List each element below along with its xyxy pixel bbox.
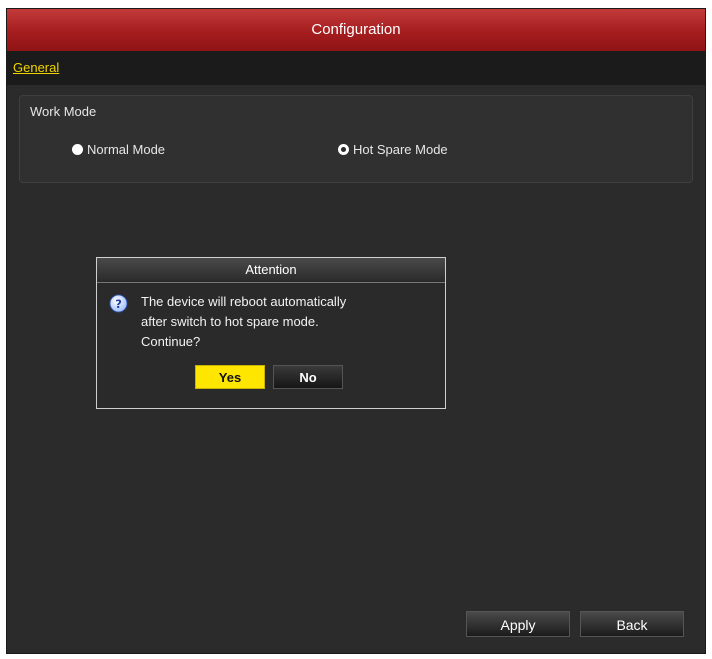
window-title: Configuration <box>7 9 705 51</box>
radio-label: Normal Mode <box>87 142 166 157</box>
work-mode-panel: Work Mode Normal Mode Hot Spare Mode <box>19 95 693 183</box>
dialog-message: The device will reboot automatically aft… <box>141 292 431 352</box>
dialog-title: Attention <box>97 258 445 283</box>
message-line: The device will reboot automatically <box>141 294 347 309</box>
question-icon: ? <box>109 294 128 313</box>
tab-general[interactable]: General <box>13 60 59 75</box>
no-button[interactable]: No <box>273 365 343 389</box>
tab-bar: General <box>7 51 705 85</box>
yes-button[interactable]: Yes <box>195 365 265 389</box>
message-line: after switch to hot spare mode. <box>141 314 319 329</box>
radio-hot-spare-mode[interactable]: Hot Spare Mode <box>338 142 448 157</box>
message-line: Continue? <box>141 334 201 349</box>
work-mode-title: Work Mode <box>30 104 97 119</box>
back-button[interactable]: Back <box>580 611 684 637</box>
apply-button[interactable]: Apply <box>466 611 570 637</box>
svg-text:?: ? <box>115 297 122 311</box>
radio-label: Hot Spare Mode <box>353 142 448 157</box>
radio-button-icon[interactable] <box>72 144 83 155</box>
radio-normal-mode[interactable]: Normal Mode <box>72 142 165 157</box>
radio-button-checked-icon[interactable] <box>338 144 349 155</box>
configuration-window: Configuration General Work Mode Normal M… <box>6 8 706 654</box>
attention-dialog: Attention ? The device will reboot autom… <box>96 257 446 409</box>
